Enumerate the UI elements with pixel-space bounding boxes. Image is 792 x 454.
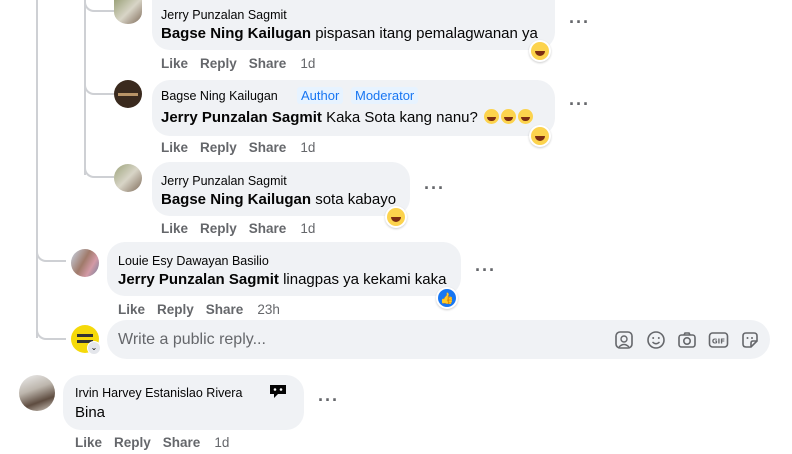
thread-line: [84, 0, 114, 12]
comment-mention[interactable]: Bagse Ning Kailugan: [161, 25, 311, 42]
comment-actions: Like Reply Share 1d: [161, 140, 327, 155]
comment-mention[interactable]: Jerry Punzalan Sagmit: [118, 271, 279, 288]
like-button[interactable]: Like: [75, 435, 102, 450]
like-button[interactable]: Like: [118, 302, 145, 317]
comment-author[interactable]: Louie Esy Dawayan Basilio: [118, 254, 269, 268]
comment-author[interactable]: Irvin Harvey Estanislao Rivera: [75, 386, 242, 400]
comment-text: Bagse Ning Kailugan sota kabayo: [161, 191, 396, 208]
comment-actions: Like Reply Share 1d: [75, 435, 241, 450]
comment-mention[interactable]: Jerry Punzalan Sagmit: [161, 109, 322, 126]
thread-line: [84, 77, 114, 95]
avatar[interactable]: [114, 0, 142, 24]
avatar[interactable]: [71, 249, 99, 277]
svg-text:GIF: GIF: [712, 337, 725, 345]
rofl-emoji-icon: [484, 109, 500, 124]
like-button[interactable]: Like: [161, 140, 188, 155]
share-button[interactable]: Share: [206, 302, 244, 317]
camera-icon[interactable]: [677, 330, 697, 350]
avatar[interactable]: [19, 375, 55, 411]
top-fan-badge-icon[interactable]: [268, 383, 288, 399]
comment-mention[interactable]: Bagse Ning Kailugan: [161, 191, 311, 208]
comment-time[interactable]: 23h: [257, 302, 280, 317]
share-button[interactable]: Share: [249, 221, 287, 236]
thread-line: [84, 10, 86, 175]
gif-icon[interactable]: GIF: [708, 330, 729, 350]
more-options-icon[interactable]: ···: [424, 178, 445, 199]
more-options-icon[interactable]: ···: [569, 94, 590, 115]
like-reaction-icon[interactable]: 👍: [436, 287, 458, 309]
comment-text: Jerry Punzalan Sagmit linagpas ya kekami…: [118, 271, 447, 288]
comment-time[interactable]: 1d: [300, 140, 315, 155]
reply-button[interactable]: Reply: [200, 56, 237, 71]
moderator-badge: Moderator: [351, 87, 419, 104]
share-button[interactable]: Share: [249, 140, 287, 155]
comment-author[interactable]: Jerry Punzalan Sagmit: [161, 174, 287, 188]
more-options-icon[interactable]: ···: [475, 260, 496, 281]
reply-placeholder: Write a public reply...: [118, 331, 266, 348]
thread-line: [36, 0, 38, 338]
reply-button[interactable]: Reply: [114, 435, 151, 450]
comment-body: sota kabayo: [311, 191, 397, 208]
haha-reaction-icon[interactable]: [385, 206, 407, 228]
emoji-icon[interactable]: [646, 330, 666, 350]
avatar[interactable]: [114, 164, 142, 192]
comment-time[interactable]: 1d: [300, 56, 315, 71]
share-button[interactable]: Share: [163, 435, 201, 450]
sticker-icon[interactable]: [740, 330, 760, 350]
thread-line: [36, 322, 66, 340]
reply-button[interactable]: Reply: [200, 140, 237, 155]
comment-time[interactable]: 1d: [214, 435, 229, 450]
more-options-icon[interactable]: ···: [569, 12, 590, 33]
comment-body: pispasan itang pemalagwanan ya: [311, 25, 538, 42]
comment-body: Kaka Sota kang nanu?: [321, 109, 483, 126]
comment-author[interactable]: Bagse Ning Kailugan: [161, 89, 278, 103]
chevron-down-icon[interactable]: ⌄: [87, 341, 101, 355]
comment-body: linagpas ya kekami kaka: [278, 271, 447, 288]
like-button[interactable]: Like: [161, 56, 188, 71]
comment-time[interactable]: 1d: [300, 221, 315, 236]
rofl-emoji-icon: [501, 109, 517, 124]
reply-button[interactable]: Reply: [157, 302, 194, 317]
comment-text: Jerry Punzalan Sagmit Kaka Sota kang nan…: [161, 109, 534, 126]
rofl-emoji-icon: [518, 109, 534, 124]
share-button[interactable]: Share: [249, 56, 287, 71]
comment-actions: Like Reply Share 1d: [161, 221, 327, 236]
comment-actions: Like Reply Share 1d: [161, 56, 327, 71]
comment-text: Bina: [75, 404, 106, 421]
comment-text: Bagse Ning Kailugan pispasan itang pemal…: [161, 25, 538, 42]
author-badge: Author: [297, 87, 344, 104]
avatar-sticker-icon[interactable]: [614, 330, 634, 350]
thread-line: [84, 160, 114, 178]
more-options-icon[interactable]: ···: [318, 390, 339, 411]
comment-actions: Like Reply Share 23h: [118, 302, 292, 317]
avatar[interactable]: [114, 80, 142, 108]
haha-reaction-icon[interactable]: [529, 125, 551, 147]
haha-reaction-icon[interactable]: [529, 40, 551, 62]
reply-button[interactable]: Reply: [200, 221, 237, 236]
like-button[interactable]: Like: [161, 221, 188, 236]
thread-line: [36, 244, 66, 262]
comment-author[interactable]: Jerry Punzalan Sagmit: [161, 8, 287, 22]
